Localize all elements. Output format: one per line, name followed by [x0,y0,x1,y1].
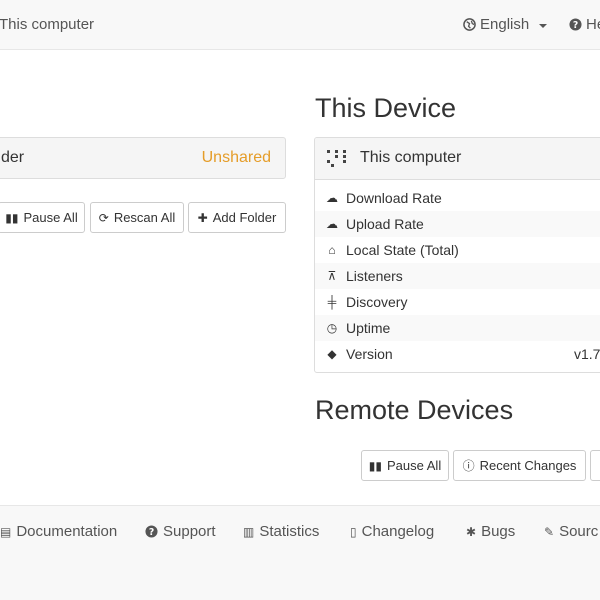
file-text-icon: ▯ [350,524,357,539]
add-folder-button[interactable]: ✚ Add Folder [188,202,286,233]
book-icon: ▤ [0,524,12,539]
statistics-link[interactable]: ▥ Statistics [243,523,319,540]
discovery-label: Discovery [346,294,408,310]
clock-icon: ◷ [326,321,338,335]
home-icon: ⌂ [328,243,336,257]
cloud-upload-icon: ☁ [326,217,338,231]
svg-text:?: ? [149,527,154,538]
statistics-label: Statistics [259,523,320,540]
language-label: English [480,16,530,33]
pause-all-folders-button[interactable]: ▮▮ Pause All [0,202,85,233]
footer: ▤ Documentation ? Support ▥ Statistics ▯… [0,505,600,600]
support-link[interactable]: ? Support [145,523,216,540]
sitemap-icon: ⊼ [327,269,337,283]
pause-all-devices-label: Pause All [387,458,442,473]
local-state-label: Local State (Total) [346,242,459,258]
documentation-link[interactable]: ▤ Documentation [0,523,117,540]
download-rate-row: ☁ Download Rate [315,185,600,211]
wrench-icon: ✎ [544,524,555,539]
navbar-device-name: This computer [0,16,95,33]
plus-icon: ✚ [197,210,208,225]
help-menu[interactable]: ? He [569,16,600,33]
chevron-down-icon [539,23,548,28]
version-label: Version [346,346,393,362]
upload-rate-row: ☁ Upload Rate [315,211,600,237]
recent-changes-button[interactable]: ⓘ Recent Changes [453,450,586,481]
question-circle-icon: ? [569,18,582,31]
tag-icon: ◆ [327,347,337,361]
uptime-label: Uptime [346,320,391,336]
question-circle-icon: ? [145,525,158,538]
globe-icon [463,18,476,31]
help-label: He [586,16,600,33]
language-dropdown[interactable]: English [463,16,548,33]
folder-name: der [1,149,25,166]
add-folder-label: Add Folder [212,210,277,225]
upload-rate-label: Upload Rate [346,216,424,232]
bug-icon: ✱ [466,524,477,539]
info-circle-icon: ⓘ [462,458,475,473]
source-link[interactable]: ✎ Sourc [544,523,598,540]
version-value: v1.7 [574,346,600,362]
signpost-icon: ╪ [327,295,337,309]
remote-devices-heading: Remote Devices [315,395,514,425]
this-device-header[interactable]: This computer [315,138,600,180]
support-label: Support [163,523,216,540]
top-navbar: This computer English ? He [0,0,600,50]
download-rate-label: Download Rate [346,190,442,206]
svg-text:?: ? [573,20,578,31]
listeners-row: ⊼ Listeners [315,263,600,289]
rescan-all-button[interactable]: ⟳ Rescan All [90,202,184,233]
pause-all-devices-button[interactable]: ▮▮ Pause All [361,450,449,481]
local-state-row: ⌂ Local State (Total) [315,237,600,263]
changelog-label: Changelog [361,523,435,540]
bar-chart-icon: ▥ [243,524,255,539]
bugs-link[interactable]: ✱ Bugs [466,523,515,540]
version-row: ◆ Version v1.7 [315,341,600,367]
this-device-heading: This Device [315,93,457,123]
pause-icon: ▮▮ [368,458,382,473]
bugs-label: Bugs [481,523,516,540]
refresh-icon: ⟳ [98,210,109,225]
pause-all-label: Pause All [23,210,78,225]
folder-panel[interactable]: der Unshared [0,137,286,179]
uptime-row: ◷ Uptime [315,315,600,341]
pause-icon: ▮▮ [5,210,19,225]
device-identicon-icon [327,150,347,168]
this-device-name: This computer [360,149,462,166]
recent-changes-label: Recent Changes [479,458,577,473]
changelog-link[interactable]: ▯ Changelog [350,523,434,540]
this-device-panel: This computer ☁ Download Rate ☁ Upload R… [314,137,600,373]
listeners-label: Listeners [346,268,403,284]
folder-status: Unshared [201,149,271,166]
documentation-label: Documentation [16,523,118,540]
rescan-all-label: Rescan All [113,210,176,225]
add-remote-device-button[interactable] [590,450,600,481]
discovery-row: ╪ Discovery [315,289,600,315]
cloud-download-icon: ☁ [326,191,338,205]
source-label: Sourc [559,523,599,540]
